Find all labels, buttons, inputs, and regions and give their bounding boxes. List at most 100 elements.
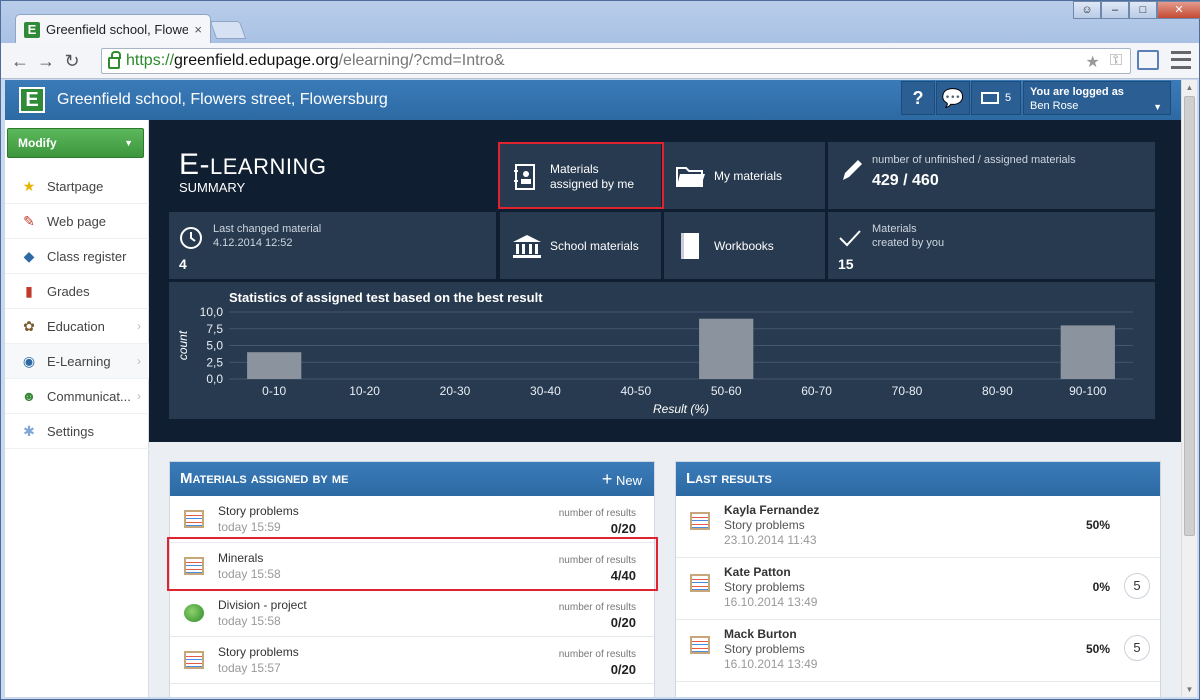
sidebar-item-education[interactable]: ✿ Education ›: [5, 309, 149, 344]
new-material-button[interactable]: + New: [602, 462, 642, 498]
result-percent: 50%: [1085, 518, 1110, 532]
workbooks-label: Workbooks: [714, 239, 774, 253]
user-menu[interactable]: You are logged as Ben Rose ▼: [1023, 81, 1171, 115]
created-materials-tile[interactable]: Materials created by you 15: [828, 212, 1155, 279]
y-tick-label: 7,5: [206, 322, 223, 336]
clock-icon: [180, 227, 202, 249]
minimize-button[interactable]: –: [1101, 1, 1129, 19]
created-label-1: Materials: [872, 223, 917, 235]
last-results-panel: Last results Kayla Fernandez Story proble…: [675, 461, 1161, 697]
modify-button[interactable]: Modify ▼: [7, 128, 144, 158]
sidebar-item-label: Education: [47, 318, 105, 334]
chevron-down-icon: ▼: [124, 138, 133, 148]
x-tick-label: 20-30: [440, 384, 471, 398]
sidebar-item-communication[interactable]: ☻ Communicat... ›: [5, 379, 149, 414]
material-date: today 15:59: [218, 520, 281, 534]
x-tick-label: 90-100: [1069, 384, 1107, 398]
browser-tab[interactable]: E Greenfield school, Flowers ×: [15, 14, 211, 44]
new-tab-button[interactable]: [209, 21, 247, 39]
maximize-button[interactable]: □: [1129, 1, 1157, 19]
list-item[interactable]: Story problems today 15:57 number of resul…: [170, 637, 654, 684]
edupage-logo-icon[interactable]: E: [19, 87, 45, 113]
sidebar-item-e-learning[interactable]: ◉ E-Learning ›: [5, 344, 149, 379]
school-building-icon: [513, 235, 541, 258]
sidebar-item-label: Class register: [47, 248, 127, 264]
result-count-badge[interactable]: 5: [1124, 635, 1150, 661]
school-materials-tile[interactable]: School materials: [500, 212, 661, 279]
cast-icon[interactable]: [1137, 50, 1159, 70]
web-page-icon: ✎: [23, 213, 35, 229]
menu-icon[interactable]: [1171, 51, 1191, 69]
my-materials-tile[interactable]: My materials: [664, 142, 825, 209]
messages-button[interactable]: 5: [971, 81, 1021, 115]
sidebar-item-class-register[interactable]: ◆ Class register: [5, 239, 149, 274]
material-date: today 15:57: [218, 661, 281, 675]
sidebar-item-label: Web page: [47, 213, 107, 229]
x-tick-label: 60-70: [801, 384, 832, 398]
list-item[interactable]: Kate Patton Story problems 16.10.2014 13:4…: [676, 558, 1160, 620]
e-learning-icon: ◉: [22, 353, 36, 369]
summary-heading: E-LEARNING SUMMARY: [179, 148, 326, 195]
scroll-down-icon[interactable]: ▼: [1182, 682, 1197, 697]
material-name: Story problems: [724, 642, 805, 656]
scroll-up-icon[interactable]: ▲: [1182, 80, 1197, 95]
user-icon[interactable]: ☺: [1073, 1, 1101, 19]
bookmark-star-icon[interactable]: ★: [1085, 52, 1099, 72]
sidebar-item-startpage[interactable]: ★ Startpage: [5, 169, 149, 204]
page-scrollbar[interactable]: ▲ ▼: [1181, 80, 1197, 697]
project-globe-icon: [184, 604, 204, 622]
student-name: Kayla Fernandez: [724, 503, 820, 517]
chart-bar: [699, 318, 754, 379]
panel-title: Last results: [676, 462, 1160, 496]
list-item[interactable]: Story problems today 15:59 number of resul…: [170, 496, 654, 543]
unfinished-materials-tile[interactable]: number of unfinished / assigned material…: [828, 142, 1155, 209]
chat-button[interactable]: 💬: [936, 81, 970, 115]
last-changed-tile[interactable]: Last changed material 4.12.2014 12:52 4: [169, 212, 496, 279]
results-label: number of results: [558, 602, 636, 613]
scroll-thumb[interactable]: [1184, 96, 1195, 536]
close-window-button[interactable]: ✕: [1157, 1, 1200, 19]
plus-icon: +: [601, 469, 613, 489]
unfinished-label: number of unfinished / assigned material…: [872, 154, 1076, 166]
education-icon: ✿: [23, 318, 35, 334]
list-item[interactable]: Division - project today 15:58 number of r…: [170, 590, 654, 637]
material-name: Story problems: [724, 580, 805, 594]
back-icon[interactable]: ←: [7, 48, 33, 74]
list-item[interactable]: Mack Burton Story problems 16.10.2014 13:4…: [676, 620, 1160, 682]
result-count-badge[interactable]: 5: [1124, 573, 1150, 599]
material-name: Division - project: [218, 598, 307, 612]
tab-close-icon[interactable]: ×: [194, 22, 202, 37]
e-learning-summary: E-LEARNING SUMMARY Materials assigned by…: [149, 120, 1181, 442]
url-path: /elearning/?cmd=Intro&: [338, 52, 505, 69]
browser-window: E Greenfield school, Flowers × ☺ – □ ✕ ←…: [0, 0, 1200, 700]
last-changed-date: 4.12.2014 12:52: [213, 237, 293, 249]
list-item[interactable]: Kayla Fernandez Story problems 23.10.2014 …: [676, 496, 1160, 558]
chevron-right-icon: ›: [137, 319, 141, 333]
school-name[interactable]: Greenfield school, Flowers street, Flowe…: [57, 91, 388, 109]
y-tick-label: 2,5: [206, 355, 223, 369]
sidebar-item-grades[interactable]: ▮ Grades: [5, 274, 149, 309]
results-chart: Statistics of assigned test based on the…: [169, 282, 1155, 419]
tab-strip: E Greenfield school, Flowers × ☺ – □ ✕: [1, 1, 1200, 44]
sidebar-item-label: Communicat...: [47, 388, 131, 404]
sidebar-item-settings[interactable]: ✱ Settings: [5, 414, 149, 449]
sidebar-item-label: E-Learning: [47, 353, 111, 369]
results-label: number of results: [558, 508, 636, 519]
page-subtitle: SUMMARY: [179, 180, 246, 195]
results-value: 0/20: [610, 615, 636, 630]
sidebar-item-web-page[interactable]: ✎ Web page: [5, 204, 149, 239]
forward-icon[interactable]: →: [33, 48, 59, 74]
site-header: E Greenfield school, Flowers street, Flo…: [5, 80, 1181, 120]
help-button[interactable]: ?: [901, 81, 935, 115]
workbooks-tile[interactable]: Workbooks: [664, 212, 825, 279]
result-date: 16.10.2014 13:49: [724, 595, 818, 609]
address-bar[interactable]: https://greenfield.edupage.org/elearning…: [101, 48, 1131, 74]
extension-icon[interactable]: ⚿: [1110, 52, 1122, 72]
sidebar-item-label: Startpage: [47, 178, 104, 194]
chart-bar: [1060, 325, 1115, 379]
browser-toolbar: ← → ↻ https://greenfield.edupage.org/ele…: [1, 43, 1199, 79]
chat-icon: 💬: [941, 88, 965, 108]
reload-icon[interactable]: ↻: [59, 48, 85, 74]
material-name: Story problems: [218, 645, 299, 659]
created-label-2: created by you: [872, 237, 945, 249]
